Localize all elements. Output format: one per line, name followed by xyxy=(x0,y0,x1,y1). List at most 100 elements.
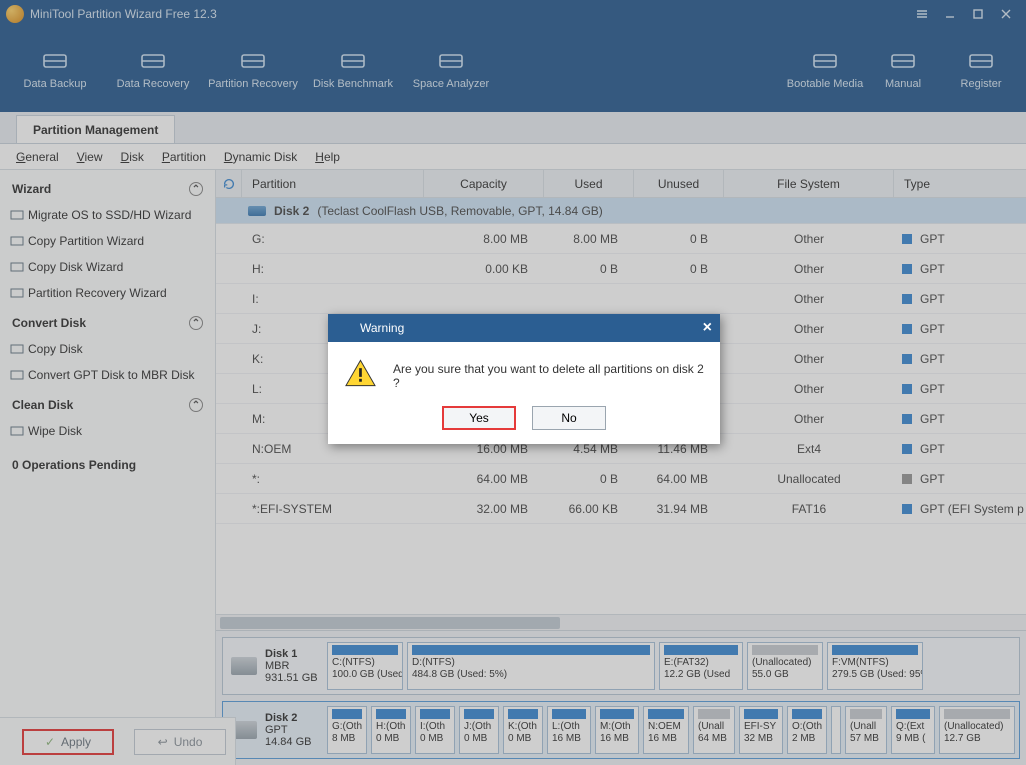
map-partition[interactable]: (Unallocated)12.7 GB xyxy=(939,706,1015,754)
table-row[interactable]: *:64.00 MB0 B64.00 MBUnallocated GPT xyxy=(216,464,1026,494)
map-partition[interactable]: N:OEM16 MB xyxy=(643,706,689,754)
apply-button[interactable]: ✓Apply xyxy=(22,729,114,755)
app-icon xyxy=(6,5,24,23)
disk-name: Disk 2 xyxy=(274,204,309,218)
window-title: MiniTool Partition Wizard Free 12.3 xyxy=(30,7,217,21)
item-icon xyxy=(10,424,24,438)
toolbar-partition-recovery[interactable]: Partition Recovery xyxy=(202,32,304,108)
footer: ✓Apply ↩Undo xyxy=(0,717,236,765)
sidebar-group-clean-disk[interactable]: Clean Disk⌃ xyxy=(0,392,215,418)
disk-map-disk-1[interactable]: Disk 1MBR931.51 GBC:(NTFS)100.0 GB (Used… xyxy=(222,637,1020,695)
map-partition[interactable] xyxy=(831,706,841,754)
disk-desc: (Teclast CoolFlash USB, Removable, GPT, … xyxy=(317,204,602,218)
sidebar-group-wizard[interactable]: Wizard⌃ xyxy=(0,176,215,202)
menu-dynamic-disk[interactable]: Dynamic Disk xyxy=(224,150,297,164)
item-icon xyxy=(10,234,24,248)
col-unused[interactable]: Unused xyxy=(634,170,724,197)
map-partition[interactable]: D:(NTFS)484.8 GB (Used: 5%) xyxy=(407,642,655,690)
map-partition[interactable]: O:(Oth2 MB xyxy=(787,706,827,754)
chevron-up-icon: ⌃ xyxy=(189,316,203,330)
disk-icon xyxy=(248,206,266,216)
menu-view[interactable]: View xyxy=(77,150,103,164)
disk-group-row[interactable]: Disk 2 (Teclast CoolFlash USB, Removable… xyxy=(216,198,1026,224)
close-button[interactable] xyxy=(992,4,1020,24)
col-filesystem[interactable]: File System xyxy=(724,170,894,197)
sidebar-item-migrate-os-to-ssd-hd-wizard[interactable]: Migrate OS to SSD/HD Wizard xyxy=(0,202,215,228)
toolbar-bootable-media[interactable]: Bootable Media xyxy=(786,32,864,108)
hdd-icon xyxy=(231,657,257,675)
menu-help[interactable]: Help xyxy=(315,150,340,164)
menu-general[interactable]: General xyxy=(16,150,59,164)
dialog-message: Are you sure that you want to delete all… xyxy=(393,358,704,390)
item-icon xyxy=(10,342,24,356)
col-type[interactable]: Type xyxy=(894,170,1026,197)
warning-triangle-icon xyxy=(344,358,377,388)
sidebar-item-partition-recovery-wizard[interactable]: Partition Recovery Wizard xyxy=(0,280,215,306)
horizontal-scrollbar[interactable] xyxy=(216,614,1026,630)
menu-disk[interactable]: Disk xyxy=(121,150,144,164)
item-icon xyxy=(10,260,24,274)
item-icon xyxy=(10,208,24,222)
map-partition[interactable]: G:(Oth8 MB xyxy=(327,706,367,754)
sidebar-item-wipe-disk[interactable]: Wipe Disk xyxy=(0,418,215,444)
toolbar-data-backup[interactable]: Data Backup xyxy=(6,32,104,108)
maximize-button[interactable] xyxy=(964,4,992,24)
sidebar-group-convert-disk[interactable]: Convert Disk⌃ xyxy=(0,310,215,336)
sidebar-item-copy-disk-wizard[interactable]: Copy Disk Wizard xyxy=(0,254,215,280)
map-partition[interactable]: H:(Oth0 MB xyxy=(371,706,411,754)
map-partition[interactable]: Q:(Ext9 MB ( xyxy=(891,706,935,754)
menubar: General View Disk Partition Dynamic Disk Help xyxy=(0,144,1026,170)
disk-map-disk-2[interactable]: Disk 2GPT14.84 GBG:(Oth8 MBH:(Oth0 MBI:(… xyxy=(222,701,1020,759)
workspace: Wizard⌃Migrate OS to SSD/HD WizardCopy P… xyxy=(0,170,1026,765)
map-partition[interactable]: (Unall57 MB xyxy=(845,706,887,754)
map-partition[interactable]: C:(NTFS)100.0 GB (Used xyxy=(327,642,403,690)
sidebar-item-copy-partition-wizard[interactable]: Copy Partition Wizard xyxy=(0,228,215,254)
refresh-icon[interactable] xyxy=(216,170,242,197)
map-partition[interactable]: L:(Oth16 MB xyxy=(547,706,591,754)
dialog-icon xyxy=(336,320,352,336)
main-panel: Partition Capacity Used Unused File Syst… xyxy=(216,170,1026,765)
menu-icon[interactable] xyxy=(908,4,936,24)
minimize-button[interactable] xyxy=(936,4,964,24)
sidebar-item-copy-disk[interactable]: Copy Disk xyxy=(0,336,215,362)
dialog-titlebar: Warning × xyxy=(328,314,720,342)
map-partition[interactable]: (Unallocated)55.0 GB xyxy=(747,642,823,690)
map-partition[interactable]: M:(Oth16 MB xyxy=(595,706,639,754)
chevron-up-icon: ⌃ xyxy=(189,398,203,412)
dialog-close-icon[interactable]: × xyxy=(703,319,712,337)
tab-partition-management[interactable]: Partition Management xyxy=(16,115,175,143)
item-icon xyxy=(10,368,24,382)
toolbar-data-recovery[interactable]: Data Recovery xyxy=(104,32,202,108)
toolbar-space-analyzer[interactable]: Space Analyzer xyxy=(402,32,500,108)
map-partition[interactable]: E:(FAT32)12.2 GB (Used xyxy=(659,642,743,690)
sidebar-item-convert-gpt-disk-to-mbr-disk[interactable]: Convert GPT Disk to MBR Disk xyxy=(0,362,215,388)
map-partition[interactable]: K:(Oth0 MB xyxy=(503,706,543,754)
tab-row: Partition Management xyxy=(0,112,1026,144)
table-row[interactable]: H:0.00 KB0 B0 BOther GPT xyxy=(216,254,1026,284)
main-toolbar: Data BackupData RecoveryPartition Recove… xyxy=(0,28,1026,112)
map-partition[interactable]: I:(Oth0 MB xyxy=(415,706,455,754)
toolbar-manual[interactable]: Manual xyxy=(864,32,942,108)
chevron-up-icon: ⌃ xyxy=(189,182,203,196)
dialog-title: Warning xyxy=(360,321,404,335)
map-partition[interactable]: (Unall64 MB xyxy=(693,706,735,754)
table-row[interactable]: *:EFI-SYSTEM32.00 MB66.00 KB31.94 MBFAT1… xyxy=(216,494,1026,524)
map-partition[interactable]: F:VM(NTFS)279.5 GB (Used: 95%) xyxy=(827,642,923,690)
table-row[interactable]: I:Other GPT xyxy=(216,284,1026,314)
col-partition[interactable]: Partition xyxy=(242,170,424,197)
col-used[interactable]: Used xyxy=(544,170,634,197)
sidebar: Wizard⌃Migrate OS to SSD/HD WizardCopy P… xyxy=(0,170,216,765)
table-row[interactable]: G:8.00 MB8.00 MB0 BOther GPT xyxy=(216,224,1026,254)
undo-button[interactable]: ↩Undo xyxy=(134,729,226,755)
toolbar-disk-benchmark[interactable]: Disk Benchmark xyxy=(304,32,402,108)
map-partition[interactable]: J:(Oth0 MB xyxy=(459,706,499,754)
menu-partition[interactable]: Partition xyxy=(162,150,206,164)
map-partition[interactable]: EFI-SY32 MB xyxy=(739,706,783,754)
disk-maps: Disk 1MBR931.51 GBC:(NTFS)100.0 GB (Used… xyxy=(216,630,1026,765)
toolbar-register[interactable]: Register xyxy=(942,32,1020,108)
no-button[interactable]: No xyxy=(532,406,606,430)
grid-header: Partition Capacity Used Unused File Syst… xyxy=(216,170,1026,198)
yes-button[interactable]: Yes xyxy=(442,406,516,430)
col-capacity[interactable]: Capacity xyxy=(424,170,544,197)
warning-dialog: Warning × Are you sure that you want to … xyxy=(328,314,720,444)
